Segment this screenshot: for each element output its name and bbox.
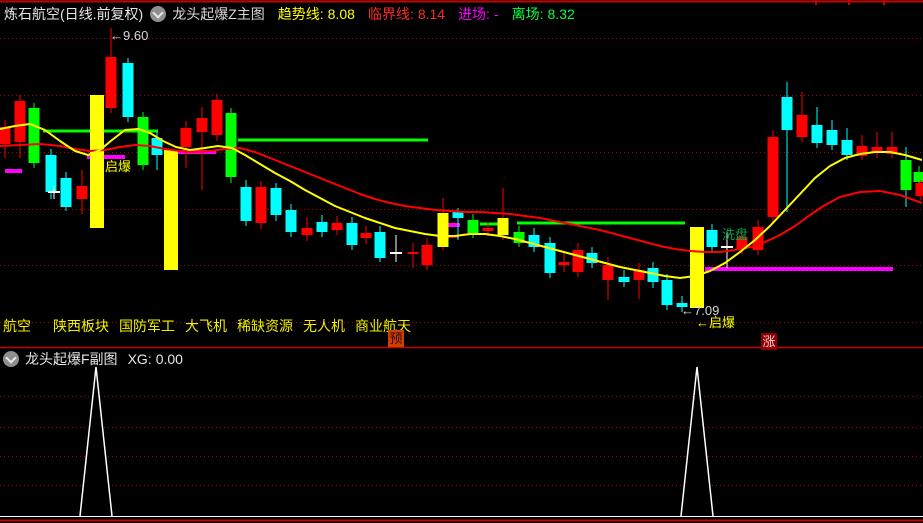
- chart-canvas[interactable]: [0, 0, 923, 523]
- candle-body: [14, 101, 26, 142]
- candle-body: [781, 97, 793, 130]
- candle-body: [360, 233, 372, 238]
- candle-body: [301, 228, 313, 235]
- candle-body: [137, 117, 149, 165]
- candle-body: [407, 252, 419, 254]
- trend-line-field: 趋势线: 8.08: [278, 4, 355, 24]
- sub-panel-header: 龙头起爆F副图 XG: 0.00: [3, 349, 183, 369]
- sub-indicator-name[interactable]: 龙头起爆F副图: [25, 349, 118, 369]
- candle-body: [240, 187, 252, 221]
- xg-value: 0.00: [155, 351, 183, 367]
- critical-line-label: 临界线:: [367, 5, 414, 22]
- exit-field: 离场: 8.32: [512, 4, 575, 24]
- candle-body: [826, 130, 838, 145]
- candle-body: [811, 125, 823, 143]
- candle-body: [572, 250, 584, 272]
- sector-tag[interactable]: 陕西板块: [53, 318, 109, 334]
- candle-body: [374, 232, 386, 258]
- candle-body: [76, 186, 88, 199]
- critical-line-field: 临界线: 8.14: [368, 4, 445, 24]
- sector-tags-row: 航空 陕西板块 国防军工 大飞机 稀缺资源 无人机 商业航天: [3, 316, 421, 336]
- signal-spike: [680, 366, 714, 517]
- candle-body: [180, 128, 192, 147]
- candle-body: [331, 223, 343, 230]
- candle-body: [618, 277, 630, 282]
- candle-body: [211, 100, 223, 135]
- sector-tag[interactable]: 无人机: [303, 318, 345, 334]
- trend-line-label: 趋势线:: [277, 5, 324, 22]
- xg-field: XG: 0.00: [128, 351, 183, 367]
- main-indicator-name[interactable]: 龙头起爆Z主图: [172, 4, 265, 24]
- candle-body: [767, 137, 779, 217]
- candle-body: [558, 262, 570, 265]
- candle-body: [316, 222, 328, 232]
- candle-body: [105, 57, 117, 108]
- signal-spike: [79, 366, 113, 517]
- forecast-badge[interactable]: 预: [388, 330, 404, 347]
- sector-tag[interactable]: 国防军工: [119, 318, 175, 334]
- chevron-down-icon[interactable]: [3, 351, 19, 367]
- candle-body: [482, 228, 494, 231]
- candle-body: [45, 155, 57, 192]
- sector-industry[interactable]: 航空: [3, 318, 31, 334]
- candle-body: [122, 63, 134, 117]
- sector-tag[interactable]: 大飞机: [185, 318, 227, 334]
- entry-value: -: [493, 5, 499, 22]
- candle-body: [60, 178, 72, 207]
- candle-body: [661, 280, 673, 305]
- candle-body: [225, 113, 237, 177]
- trading-app-window: 炼石航空(日线.前复权) 龙头起爆Z主图 趋势线: 8.08 临界线: 8.14 进…: [0, 0, 923, 523]
- entry-field: 进场: -: [458, 4, 499, 24]
- candle-body: [437, 213, 449, 247]
- candle-body: [913, 172, 923, 182]
- stock-title: 炼石航空(日线.前复权): [4, 5, 144, 22]
- sector-tag[interactable]: 稀缺资源: [237, 318, 293, 334]
- candle-body: [346, 223, 358, 245]
- rise-badge[interactable]: 涨: [761, 333, 777, 350]
- candle-body: [602, 265, 614, 280]
- signal-bar-yellow: [164, 150, 178, 270]
- candle-body: [28, 108, 40, 163]
- candle-body: [255, 187, 267, 223]
- signal-bar-yellow: [90, 95, 104, 228]
- candle-body: [915, 183, 923, 196]
- candle-body: [796, 115, 808, 137]
- candle-body: [900, 160, 912, 190]
- trend-line-value: 8.08: [327, 5, 355, 22]
- exit-label: 离场:: [511, 5, 544, 22]
- signal-bar-yellow: [690, 227, 704, 308]
- chevron-down-icon[interactable]: [150, 5, 167, 22]
- candle-body: [285, 210, 297, 232]
- candle-body: [196, 118, 208, 132]
- candle-body: [270, 188, 282, 215]
- entry-label: 进场:: [458, 5, 490, 22]
- candle-body: [706, 230, 718, 247]
- main-panel-header: 炼石航空(日线.前复权) 龙头起爆Z主图 趋势线: 8.08 临界线: 8.14 进…: [0, 2, 923, 25]
- candle-body: [452, 212, 464, 218]
- candle-body: [467, 220, 479, 233]
- exit-value: 8.32: [547, 5, 575, 22]
- candle-body: [841, 140, 853, 155]
- critical-line-value: 8.14: [417, 5, 446, 22]
- candle-body: [676, 303, 688, 307]
- candle-body: [421, 245, 433, 265]
- candle-body: [497, 218, 509, 235]
- xg-label: XG:: [127, 351, 152, 367]
